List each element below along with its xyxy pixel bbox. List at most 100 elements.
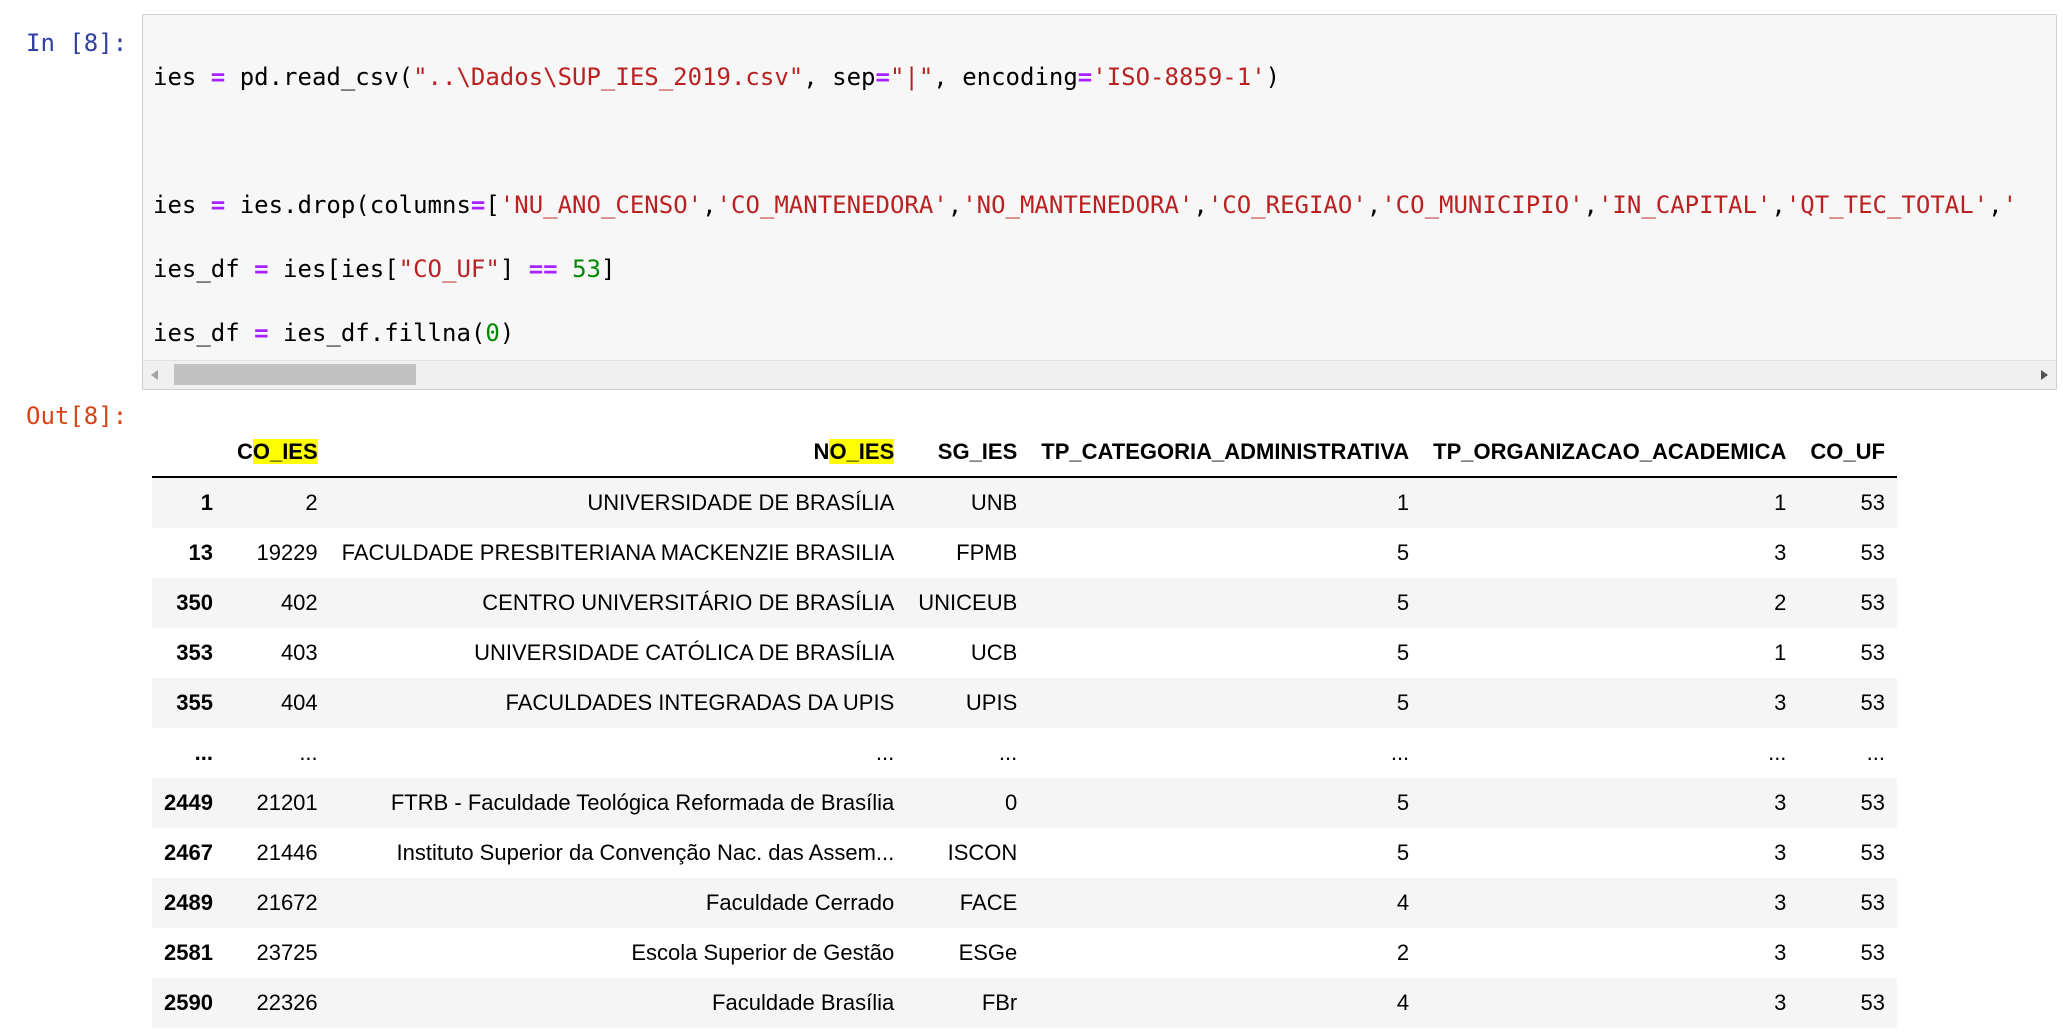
table-row: 1 2 UNIVERSIDADE DE BRASÍLIA UNB 1 1 53 [152,477,1897,528]
row-index: 2467 [164,840,213,865]
cell-tp-categoria: 1 [1396,490,1410,515]
cell-co-uf: ... [1866,740,1885,765]
cell-co-ies: 21446 [256,840,318,865]
table-row: 353 403 UNIVERSIDADE CATÓLICA DE BRASÍLIA U… [152,628,1897,678]
table-row-ellipsis: ..................... [152,728,1897,778]
cell-co-uf: 53 [1860,940,1885,965]
row-index: 353 [176,640,213,665]
cell-tp-organizacao: ... [1768,740,1787,765]
cell-co-ies: 403 [280,640,318,665]
row-index: 2581 [164,940,213,965]
cell-co-ies: ... [299,740,318,765]
scrollbar-thumb[interactable] [174,364,416,385]
cell-tp-organizacao: 2 [1774,590,1787,615]
cell-tp-organizacao: 1 [1774,490,1787,515]
table-body: 1 2 UNIVERSIDADE DE BRASÍLIA UNB 1 1 53 13 1922… [152,477,1897,1028]
cell-tp-organizacao: 3 [1774,990,1787,1015]
cell-tp-organizacao: 3 [1774,840,1787,865]
code-line: ies = ies.drop(columns=['NU_ANO_CENSO','… [153,191,2018,219]
table-row: 2449 21201 FTRB - Faculdade Teológica Refo… [152,778,1897,828]
scroll-left-arrow-icon[interactable] [151,370,158,380]
cell-no-ies: Escola Superior de Gestão [631,940,895,965]
cell-co-ies: 21201 [256,790,318,815]
cell-co-ies: 402 [280,590,318,615]
cell-tp-categoria: 5 [1396,540,1410,565]
cell-no-ies: FACULDADES INTEGRADAS DA UPIS [505,690,895,715]
column-header-tp-organizacao: TP_ORGANIZACAO_ACADEMICA [1421,428,1799,478]
cell-sg-ies: FPMB [956,540,1018,565]
column-header-co-uf: CO_UF [1798,428,1897,478]
column-header-sg-ies: SG_IES [906,428,1030,478]
cell-tp-categoria: 5 [1396,640,1410,665]
input-prompt: In [8]: [26,29,128,57]
dataframe-table: CO_IES NO_IES SG_IES TP_CATEGORIA_ADMINI… [152,428,1897,1028]
row-index: ... [194,740,213,765]
search-highlight: O_IES [252,439,318,464]
cell-co-uf: 53 [1860,640,1885,665]
table-row: 355 404 FACULDADES INTEGRADAS DA UPIS UPIS 5… [152,678,1897,728]
table-row: 2489 21672 Faculdade Cerrado FACE 4 3 53 [152,878,1897,928]
cell-no-ies: Instituto Superior da Convenção Nac. das… [396,840,895,865]
output-prompt: Out[8]: [26,402,128,430]
cell-tp-categoria: 5 [1396,790,1410,815]
cell-tp-categoria: ... [1390,740,1410,765]
cell-no-ies: FACULDADE PRESBITERIANA MACKENZIE BRASIL… [341,540,895,565]
row-index: 355 [176,690,213,715]
cell-co-ies: 404 [280,690,318,715]
column-header-tp-categoria: TP_CATEGORIA_ADMINISTRATIVA [1029,428,1422,478]
table-row: 350 402 CENTRO UNIVERSITÁRIO DE BRASÍLIA UN… [152,578,1897,628]
row-index: 13 [188,540,213,565]
code-line: ies = pd.read_csv("..\Dados\SUP_IES_2019… [153,63,1281,91]
cell-co-uf: 53 [1860,890,1885,915]
cell-co-uf: 53 [1860,990,1885,1015]
cell-sg-ies: ESGe [958,940,1018,965]
scroll-right-arrow-icon[interactable] [2041,370,2048,380]
row-index: 1 [200,490,213,515]
cell-no-ies: CENTRO UNIVERSITÁRIO DE BRASÍLIA [482,590,895,615]
cell-tp-organizacao: 3 [1774,540,1787,565]
column-header-no-ies: NO_IES [329,428,907,478]
cell-tp-organizacao: 3 [1774,790,1787,815]
horizontal-scrollbar[interactable] [143,360,2056,389]
cell-sg-ies: FACE [959,890,1018,915]
table-row: 2590 22326 Faculdade Brasília FBr 4 3 53 [152,978,1897,1028]
cell-co-uf: 53 [1860,490,1885,515]
cell-tp-organizacao: 3 [1774,940,1787,965]
code-editor[interactable]: ies = pd.read_csv("..\Dados\SUP_IES_2019… [142,14,2057,390]
cell-sg-ies: ISCON [947,840,1018,865]
input-cell[interactable]: In [8]: ies = pd.read_csv("..\Dados\SUP_… [0,14,2063,390]
cell-tp-categoria: 5 [1396,840,1410,865]
index-header [152,428,225,478]
cell-no-ies: FTRB - Faculdade Teológica Reformada de … [390,790,895,815]
table-row: 2467 21446 Instituto Superior da Convenção… [152,828,1897,878]
row-index: 350 [176,590,213,615]
cell-co-ies: 23725 [256,940,318,965]
cell-sg-ies: FBr [981,990,1018,1015]
row-index: 2590 [164,990,213,1015]
row-index: 2489 [164,890,213,915]
cell-co-ies: 19229 [256,540,318,565]
cell-tp-categoria: 4 [1396,890,1410,915]
table-header-row: CO_IES NO_IES SG_IES TP_CATEGORIA_ADMINI… [152,428,1897,478]
cell-sg-ies: 0 [1005,790,1018,815]
cell-tp-organizacao: 3 [1774,890,1787,915]
cell-tp-organizacao: 3 [1774,690,1787,715]
cell-no-ies: Faculdade Brasília [712,990,895,1015]
cell-no-ies: ... [875,740,895,765]
cell-sg-ies: ... [998,740,1018,765]
cell-co-uf: 53 [1860,690,1885,715]
cell-tp-organizacao: 1 [1774,640,1787,665]
code-line: ies_df = ies_df.fillna(0) [153,319,515,347]
cell-co-uf: 53 [1860,840,1885,865]
cell-tp-categoria: 4 [1396,990,1410,1015]
cell-sg-ies: UPIS [965,690,1018,715]
cell-no-ies: UNIVERSIDADE CATÓLICA DE BRASÍLIA [474,640,895,665]
cell-co-ies: 22326 [256,990,318,1015]
cell-no-ies: Faculdade Cerrado [705,890,895,915]
code-area[interactable]: ies = pd.read_csv("..\Dados\SUP_IES_2019… [153,29,2018,389]
search-highlight: O_IES [829,439,895,464]
cell-tp-categoria: 5 [1396,690,1410,715]
row-index: 2449 [164,790,213,815]
column-header-co-ies: CO_IES [224,428,330,478]
